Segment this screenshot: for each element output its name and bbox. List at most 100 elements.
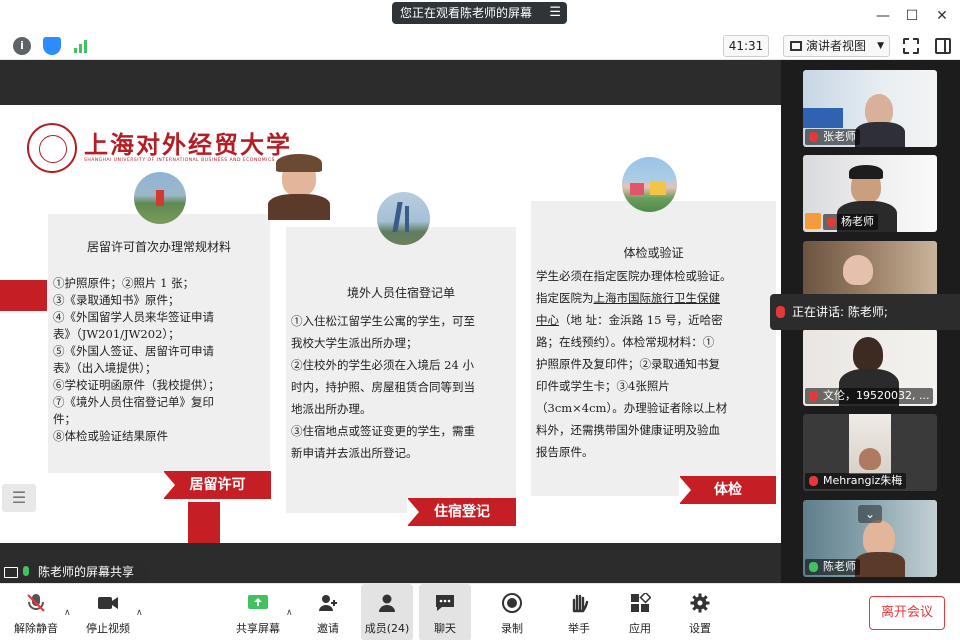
settings-label: 设置 — [689, 622, 711, 635]
settings-button[interactable]: 设置 — [676, 584, 724, 640]
card2-title: 境外人员住宿登记单 — [346, 286, 455, 300]
apps-button[interactable]: 应用 — [616, 584, 664, 640]
meeting-toolbar: i 41:31 演讲者视图 ▼ — [0, 32, 960, 60]
stop-video-label: 停止视频 — [86, 622, 130, 635]
presenter-hair — [276, 154, 322, 172]
card3-line: 料外，还需携带国外健康证明及验血 — [536, 423, 720, 437]
active-speaker-indicator: 正在讲话: 陈老师; — [770, 294, 960, 330]
card2-line: 我校大学生派出所办理； — [291, 336, 418, 350]
fullscreen-icon[interactable] — [903, 38, 919, 54]
sidebar-toggle-icon[interactable] — [935, 38, 951, 54]
invite-label: 邀请 — [317, 622, 339, 635]
presenter-clothing — [268, 194, 330, 220]
members-label: 成员(24) — [364, 622, 410, 635]
card3-line: 路；在线预约）。体检常规材料：① — [536, 335, 715, 349]
card1-line: 表》（JW201/JW202）； — [53, 327, 180, 341]
menu-icon[interactable]: ☰ — [549, 2, 561, 24]
view-mode-select[interactable]: 演讲者视图 ▼ — [783, 35, 890, 57]
ribbon-residence-permit: 居留许可 — [163, 471, 271, 499]
participant-face — [853, 337, 883, 371]
participant-face — [859, 448, 881, 470]
speaker-view-icon — [790, 41, 802, 51]
participant-name: 杨老师 — [823, 214, 878, 230]
chevron-up-icon[interactable]: ∧ — [136, 608, 143, 618]
card3-line: 护照原件及复印件；②录取通知书复 — [536, 357, 720, 371]
record-icon — [502, 593, 522, 613]
video-camera-icon — [98, 597, 118, 609]
raise-hand-button[interactable]: 举手 — [555, 584, 603, 640]
ribbon-accommodation: 住宿登记 — [407, 498, 516, 526]
participant-name-text: 文伦，19520032, ... — [823, 389, 930, 402]
members-button[interactable]: 成员(24) — [361, 584, 413, 640]
screen-share-label: 陈老师的屏幕共享 — [0, 562, 148, 583]
slide-list-icon[interactable]: ☰ — [2, 484, 36, 512]
campus-photo — [622, 157, 677, 212]
participant-clothing — [855, 552, 905, 577]
card2-line: 时内，持护照、房屋租赁合同等到当 — [291, 380, 475, 394]
record-button[interactable]: 录制 — [488, 584, 536, 640]
card3-line: 指定医院为上海市国际旅行卫生保健 — [536, 287, 774, 309]
card1-line: ③《录取通知书》原件； — [53, 293, 180, 307]
card1-title: 居留许可首次办理常规材料 — [86, 240, 231, 254]
participant-tile[interactable]: Mehrangiz朱梅 — [803, 414, 937, 491]
chevron-up-icon[interactable]: ∧ — [286, 608, 293, 618]
accent-bar — [0, 280, 47, 311]
stop-video-button[interactable]: 停止视频 — [80, 584, 136, 640]
people-icon — [379, 594, 395, 612]
card1-body: ①护照原件；②照片 1 张； ③《录取通知书》原件； ④《外国留学人员来华签证申… — [53, 275, 267, 445]
leave-meeting-button[interactable]: 离开会议 — [869, 596, 945, 630]
card1-line: ⑥学校证明函原件（我校提供）； — [53, 378, 220, 392]
chat-label: 聊天 — [434, 622, 456, 635]
view-mode-label: 演讲者视图 — [806, 39, 867, 53]
info-icon[interactable]: i — [13, 37, 31, 55]
card1-line: 件； — [53, 412, 76, 426]
unmute-button[interactable]: 解除静音 — [6, 584, 66, 640]
mic-icon — [809, 562, 818, 572]
minimize-icon[interactable]: — — [873, 6, 893, 26]
participant-name-text: 陈老师 — [823, 560, 856, 573]
muted-mic-icon — [809, 132, 818, 142]
signal-icon[interactable] — [74, 39, 90, 53]
maximize-icon[interactable]: ☐ — [902, 6, 922, 26]
card3-line: （3cm×4cm）。办理验证者除以上材 — [536, 401, 728, 415]
chevron-up-icon[interactable]: ∧ — [64, 608, 71, 618]
invite-button[interactable]: 邀请 — [306, 584, 350, 640]
record-label: 录制 — [501, 622, 523, 635]
participant-tile[interactable]: 张老师 — [803, 70, 937, 147]
share-screen-button[interactable]: 共享屏幕 — [232, 584, 284, 640]
share-label-text: 陈老师的屏幕共享 — [38, 565, 135, 579]
card2-line: 新申请并去派出所登记。 — [291, 446, 418, 460]
participant-name: Mehrangiz朱梅 — [805, 473, 907, 489]
close-icon[interactable]: ✕ — [932, 6, 952, 26]
chat-button[interactable]: 聊天 — [419, 584, 471, 640]
card3-line: 印件或学生卡；③4张照片 — [536, 379, 670, 393]
card1-line: ⑤《外国人签证、居留许可申请 — [53, 344, 214, 358]
card3-title: 体检或验证 — [623, 246, 684, 260]
university-name: 上海对外经贸大学 — [84, 130, 292, 159]
share-screen-icon — [248, 595, 268, 609]
background-object — [803, 108, 843, 128]
apps-label: 应用 — [629, 622, 651, 635]
accent-block — [188, 502, 220, 543]
hospital-name: 上海市国际旅行卫生保健 — [593, 291, 721, 305]
apps-grid-icon — [631, 593, 651, 612]
participant-tile[interactable]: 杨老师 — [803, 155, 937, 232]
meeting-window: 您正在观看陈老师的屏幕 ☰ — ☐ ✕ i 41:31 演讲者视图 ▼ 上海对外… — [0, 0, 960, 640]
participant-name-text: 杨老师 — [841, 215, 874, 228]
share-banner-text: 您正在观看陈老师的屏幕 — [400, 6, 533, 20]
card2-line: ③住宿地点或签证变更的学生，需重 — [291, 424, 475, 438]
card2-line: ①入住松江留学生公寓的学生，可至 — [291, 314, 475, 328]
card1-line: ⑧体检或验证结果原件 — [53, 429, 168, 443]
campus-photo — [134, 172, 186, 224]
chevron-down-icon[interactable]: ⌄ — [858, 505, 882, 523]
shield-icon[interactable] — [43, 37, 61, 55]
avatar-icon — [805, 213, 821, 229]
title-bar: 您正在观看陈老师的屏幕 ☰ — ☐ ✕ — [0, 0, 960, 32]
card3-line: 报告原件。 — [536, 445, 594, 459]
muted-mic-icon — [809, 391, 818, 401]
participant-name-text: Mehrangiz朱梅 — [823, 474, 903, 487]
card3-line: 中心（地 址：金浜路 15 号，近哈密 — [536, 309, 774, 331]
screen-share-banner[interactable]: 您正在观看陈老师的屏幕 ☰ — [392, 2, 567, 24]
participant-tile[interactable]: 文伦，19520032, ... — [803, 329, 937, 406]
unmute-label: 解除静音 — [14, 622, 58, 635]
